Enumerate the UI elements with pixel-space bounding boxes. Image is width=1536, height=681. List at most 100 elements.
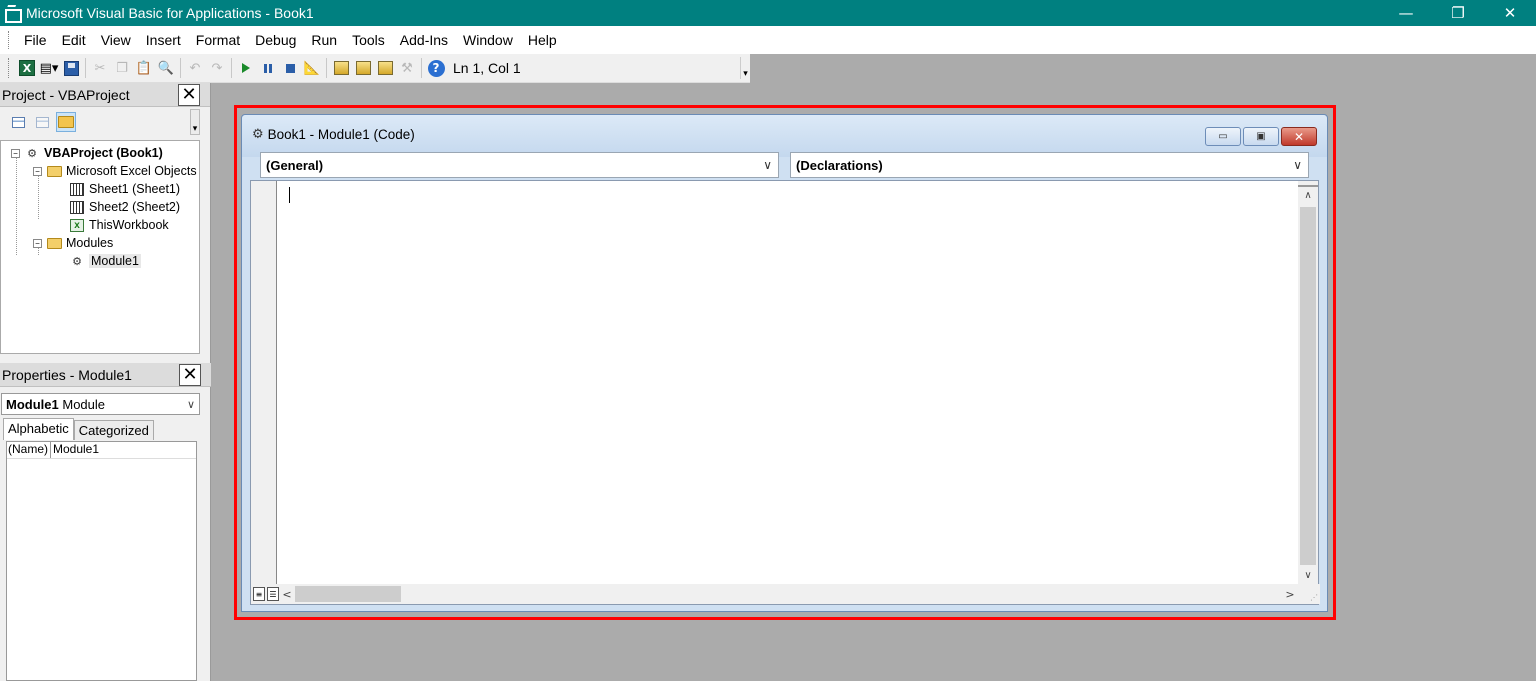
menu-format[interactable]: Format xyxy=(189,32,248,48)
collapse-icon[interactable]: − xyxy=(11,148,20,158)
menu-help[interactable]: Help xyxy=(521,32,565,48)
procedure-view-icon[interactable]: ≡ xyxy=(253,587,265,601)
view-object-button[interactable] xyxy=(32,112,52,132)
redo-button[interactable]: ↷ xyxy=(207,58,227,78)
vertical-scrollbar[interactable]: ∧ ∨ xyxy=(1298,181,1318,584)
copy-button[interactable]: ❐ xyxy=(112,58,132,78)
left-pane: Project - VBAProject ✕ ▾ − ⚙ VBAProject … xyxy=(0,83,211,681)
tree-node-thisworkbook[interactable]: x ThisWorkbook xyxy=(1,216,199,234)
menu-debug[interactable]: Debug xyxy=(248,32,304,48)
worksheet-icon xyxy=(69,182,85,196)
vba-app-icon xyxy=(4,5,22,23)
workbook-icon: x xyxy=(69,218,85,232)
project-pane-close-button[interactable]: ✕ xyxy=(178,83,200,106)
view-code-icon xyxy=(11,116,25,128)
scroll-right-icon[interactable]: > xyxy=(1282,588,1298,601)
project-toolbar: ▾ xyxy=(0,107,210,137)
properties-button[interactable] xyxy=(353,58,373,78)
find-icon: 🔍 xyxy=(157,60,175,76)
find-button[interactable]: 🔍 xyxy=(156,58,176,78)
toggle-folders-button[interactable] xyxy=(56,112,76,132)
tree-node-excel-objects[interactable]: − Microsoft Excel Objects xyxy=(1,162,199,180)
tab-categorized[interactable]: Categorized xyxy=(73,420,154,440)
tree-node-modules[interactable]: − Modules xyxy=(1,234,199,252)
code-minimize-button[interactable]: ▭ xyxy=(1205,127,1241,146)
procedure-combo[interactable]: (Declarations) ∨ xyxy=(790,152,1309,178)
code-editor[interactable]: ∧ ∨ ≡ ☰ < > ⋰ xyxy=(250,180,1320,605)
properties-object-select[interactable]: Module1 Module ∨ xyxy=(1,393,200,415)
cut-button[interactable]: ✂ xyxy=(90,58,110,78)
project-pane-title: Project - VBAProject xyxy=(2,86,130,103)
minimize-button[interactable]: — xyxy=(1380,0,1432,26)
scroll-up-icon[interactable]: ∧ xyxy=(1298,187,1318,204)
view-excel-button[interactable]: X xyxy=(17,58,37,78)
restore-button[interactable]: ❐ xyxy=(1432,0,1484,26)
standard-toolbar: X ▤▾ ✂ ❐ 📋 🔍 ↶ ↷ 📐 ⚒ ? Ln 1, Col 1 ▾ xyxy=(0,54,750,83)
worksheet-icon xyxy=(69,200,85,214)
horizontal-scrollbar[interactable]: ≡ ☰ < > ⋰ xyxy=(251,584,1320,604)
size-grip-icon[interactable]: ⋰ xyxy=(1310,593,1318,602)
project-explorer-button[interactable] xyxy=(331,58,351,78)
object-browser-button[interactable] xyxy=(375,58,395,78)
code-restore-button[interactable]: ▣ xyxy=(1243,127,1279,146)
module-icon: ⚙ xyxy=(72,255,82,268)
menu-tools[interactable]: Tools xyxy=(345,32,393,48)
run-icon xyxy=(242,63,250,73)
vertical-scroll-thumb[interactable] xyxy=(1300,207,1316,565)
margin-indicator-bar[interactable] xyxy=(251,181,277,584)
tree-node-sheet1[interactable]: Sheet1 (Sheet1) xyxy=(1,180,199,198)
property-row[interactable]: (Name) Module1 xyxy=(7,442,196,459)
text-cursor xyxy=(289,187,290,203)
help-button[interactable]: ? xyxy=(426,58,446,78)
project-toolbar-options[interactable]: ▾ xyxy=(190,109,200,135)
menu-window[interactable]: Window xyxy=(456,32,521,48)
menu-add-ins[interactable]: Add-Ins xyxy=(393,32,456,48)
code-window-titlebar[interactable]: ⚙ Book1 - Module1 (Code) xyxy=(242,115,1327,157)
full-module-view-icon[interactable]: ☰ xyxy=(267,587,279,601)
code-window: ⚙ Book1 - Module1 (Code) ▭ ▣ ✕ (General)… xyxy=(241,114,1328,612)
view-code-button[interactable] xyxy=(8,112,28,132)
paste-button[interactable]: 📋 xyxy=(134,58,154,78)
collapse-icon[interactable]: − xyxy=(33,166,42,176)
object-combo[interactable]: (General) ∨ xyxy=(260,152,779,178)
toolbar-grip[interactable] xyxy=(8,58,11,78)
menu-run[interactable]: Run xyxy=(304,32,345,48)
tab-alphabetic[interactable]: Alphabetic xyxy=(3,418,74,440)
scroll-left-icon[interactable]: < xyxy=(279,588,295,601)
properties-grid: (Name) Module1 xyxy=(6,441,197,681)
cursor-position: Ln 1, Col 1 xyxy=(453,60,521,76)
break-button[interactable] xyxy=(258,58,278,78)
tree-node-sheet2[interactable]: Sheet2 (Sheet2) xyxy=(1,198,199,216)
tree-node-vbaproject[interactable]: − ⚙ VBAProject (Book1) xyxy=(1,144,199,162)
menu-insert[interactable]: Insert xyxy=(139,32,189,48)
menu-view[interactable]: View xyxy=(94,32,139,48)
menu-grip[interactable] xyxy=(8,31,11,49)
undo-button[interactable]: ↶ xyxy=(185,58,205,78)
toolbar-options[interactable]: ▾ xyxy=(740,57,750,79)
paste-icon: 📋 xyxy=(135,60,153,76)
code-window-title: Book1 - Module1 (Code) xyxy=(267,127,415,142)
tree-node-module1[interactable]: ⚙ Module1 xyxy=(1,252,199,270)
reset-button[interactable] xyxy=(280,58,300,78)
run-button[interactable] xyxy=(236,58,256,78)
menu-edit[interactable]: Edit xyxy=(55,32,94,48)
insert-module-button[interactable]: ▤▾ xyxy=(39,58,59,78)
insert-module-icon: ▤▾ xyxy=(39,60,59,76)
reset-icon xyxy=(285,63,295,73)
code-close-button[interactable]: ✕ xyxy=(1281,127,1317,146)
folder-icon xyxy=(46,164,62,178)
chevron-down-icon: ∨ xyxy=(763,158,772,172)
collapse-icon[interactable]: − xyxy=(33,238,42,248)
design-mode-button[interactable]: 📐 xyxy=(302,58,322,78)
close-button[interactable]: ✕ xyxy=(1484,0,1536,26)
toolbox-icon: ⚒ xyxy=(401,60,413,76)
save-icon xyxy=(63,60,79,76)
properties-pane-title: Properties - Module1 xyxy=(2,366,132,383)
horizontal-scroll-thumb[interactable] xyxy=(295,586,401,602)
toolbox-button[interactable]: ⚒ xyxy=(397,58,417,78)
menu-file[interactable]: File xyxy=(17,32,55,48)
save-button[interactable] xyxy=(61,58,81,78)
project-pane-header: Project - VBAProject ✕ xyxy=(0,83,210,107)
scroll-down-icon[interactable]: ∨ xyxy=(1298,567,1318,584)
properties-pane-close-button[interactable]: ✕ xyxy=(179,363,201,386)
